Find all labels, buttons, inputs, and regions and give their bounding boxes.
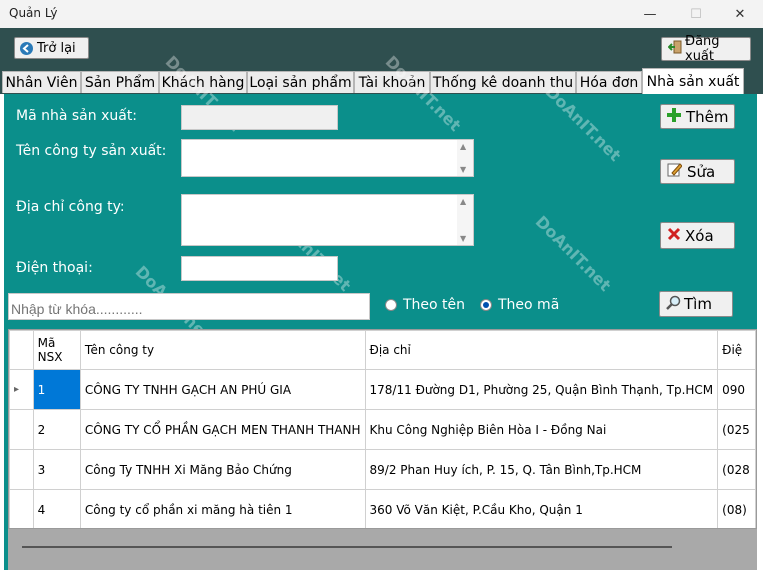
cell-address[interactable]: 360 Võ Văn Kiệt, P.Cầu Kho, Quận 1 [364,489,719,528]
table-header-row: Mã NSX Tên công ty Địa chỉ Điệ [9,330,756,370]
cell-id[interactable]: 4 [32,489,81,528]
company-address-label: Địa chỉ công ty: [16,199,125,215]
cell-id[interactable]: 2 [32,409,81,450]
window-title: Quản Lý [9,6,58,20]
cell-company[interactable]: CÔNG TY TNHH GẠCH AN PHÚ GIA [79,369,366,410]
cell-address[interactable]: 89/2 Phan Huy ích, P. 15, Q. Tân Bình,Tp… [364,449,719,490]
watermark-text: DoAnIT.net [531,211,615,296]
logout-icon [667,40,682,58]
table-row[interactable]: ▸ 1 CÔNG TY TNHH GẠCH AN PHÚ GIA 178/11 … [9,369,756,410]
manufacturer-id-field[interactable] [181,105,338,130]
delete-button[interactable]: Xóa [660,222,735,249]
company-address-scrollbar[interactable]: ▲ ▼ [457,195,473,245]
tab-products[interactable]: Sản Phẩm [81,71,159,93]
scroll-up-icon[interactable]: ▲ [460,142,466,151]
add-button-label: Thêm [686,107,729,126]
company-address-field[interactable]: ▲ ▼ [181,194,474,246]
back-button[interactable]: Trở lại [14,37,89,59]
phone-label: Điện thoại: [16,260,93,276]
table-row[interactable]: 3 Công Ty TNHH Xi Măng Bảo Chứng 89/2 Ph… [9,449,756,490]
delete-x-icon [667,227,681,245]
row-selector[interactable] [9,489,34,528]
column-header-address[interactable]: Địa chỉ [364,330,719,370]
column-header-company[interactable]: Tên công ty [79,330,366,370]
manufacturer-grid[interactable]: Mã NSX Tên công ty Địa chỉ Điệ ▸ 1 CÔNG … [8,329,757,529]
cell-company[interactable]: CÔNG TY CỔ PHẦN GẠCH MEN THANH THANH [79,409,366,450]
search-by-name-radio[interactable]: Theo tên [385,297,465,313]
add-button[interactable]: Thêm [660,104,735,129]
keyword-search-input[interactable] [8,293,370,320]
scroll-down-icon[interactable]: ▼ [460,165,466,174]
row-header-corner [9,330,34,370]
cell-phone[interactable]: 090 [717,369,756,410]
radio-unchecked-icon [385,299,397,311]
logout-button[interactable]: Đăng xuất [661,34,751,64]
search-button[interactable]: Tìm [659,291,733,317]
grid-empty-area [8,529,757,570]
scroll-up-icon[interactable]: ▲ [460,197,466,206]
cell-id[interactable]: 3 [32,449,81,490]
search-by-name-label: Theo tên [403,297,466,313]
tab-bar: Nhân Viên Sản Phẩm Khách hàng Loại sản p… [0,68,763,94]
search-by-id-label: Theo mã [498,297,560,313]
table-row[interactable]: 2 CÔNG TY CỔ PHẦN GẠCH MEN THANH THANH K… [9,409,756,450]
tab-invoices[interactable]: Hóa đơn [576,71,642,93]
cell-address[interactable]: 178/11 Đường D1, Phường 25, Quận Bình Th… [364,369,719,410]
column-header-id[interactable]: Mã NSX [32,330,81,370]
edit-button-label: Sửa [687,162,716,181]
search-button-label: Tìm [684,295,712,313]
radio-checked-icon [480,299,492,311]
manufacturer-table: Mã NSX Tên công ty Địa chỉ Điệ ▸ 1 CÔNG … [9,330,756,528]
logout-button-label: Đăng xuất [685,34,720,64]
tab-product-types[interactable]: Loại sản phẩm [247,71,354,93]
phone-field[interactable] [181,256,338,281]
watermark-text: DoAnIT.net [541,81,625,166]
maximize-button[interactable]: ☐ [673,0,719,28]
row-selector-icon[interactable]: ▸ [9,369,34,410]
plus-icon [667,107,681,126]
title-bar: Quản Lý — ☐ ✕ [0,0,763,28]
scroll-down-icon[interactable]: ▼ [460,234,466,243]
tab-manufacturers[interactable]: Nhà sản xuất [642,68,744,94]
company-name-scrollbar[interactable]: ▲ ▼ [457,140,473,176]
back-arrow-icon [20,41,33,55]
cell-id[interactable]: 1 [32,369,81,410]
cell-company[interactable]: Công ty cổ phần xi măng hà tiên 1 [79,489,366,528]
back-button-label: Trở lại [37,40,76,56]
cell-company[interactable]: Công Ty TNHH Xi Măng Bảo Chứng [79,449,366,490]
cell-address[interactable]: Khu Công Nghiệp Biên Hòa I - Đồng Nai [364,409,719,450]
company-name-label: Tên công ty sản xuất: [16,143,167,159]
column-header-phone[interactable]: Điệ [717,330,756,370]
cell-phone[interactable]: (028 [717,449,756,490]
tab-employees[interactable]: Nhân Viên [2,71,81,93]
horizontal-scrollbar[interactable] [22,546,672,548]
search-by-id-radio[interactable]: Theo mã [480,297,559,313]
edit-pencil-icon [667,162,683,181]
cell-phone[interactable]: (025 [717,409,756,450]
close-button[interactable]: ✕ [717,0,763,28]
manufacturer-id-label: Mã nhà sản xuất: [16,108,138,124]
cell-phone[interactable]: (08) [717,489,756,528]
search-magnifier-icon [666,295,681,314]
minimize-button[interactable]: — [627,0,673,28]
row-selector[interactable] [9,449,34,490]
company-name-field[interactable]: ▲ ▼ [181,139,474,177]
table-row[interactable]: 4 Công ty cổ phần xi măng hà tiên 1 360 … [9,489,756,528]
row-selector[interactable] [9,409,34,450]
edit-button[interactable]: Sửa [660,159,735,184]
delete-button-label: Xóa [685,226,714,245]
